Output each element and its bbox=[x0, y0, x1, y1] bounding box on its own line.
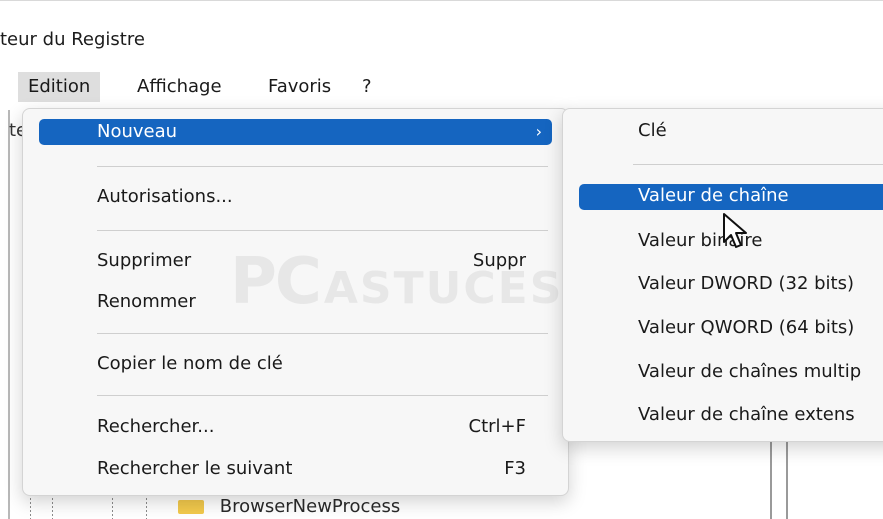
menu-item-label: Autorisations... bbox=[97, 186, 233, 207]
menu-item-label: Nouveau bbox=[97, 121, 178, 142]
menu-item-shortcut: Suppr bbox=[472, 250, 526, 271]
nouveau-submenu: Clé Valeur de chaîne Valeur binaire Vale… bbox=[562, 108, 883, 442]
menu-item-renommer[interactable]: Renommer bbox=[23, 285, 568, 319]
menu-item-rechercher-suivant[interactable]: Rechercher le suivant F3 bbox=[23, 452, 568, 486]
menu-item-label: Renommer bbox=[97, 291, 196, 312]
submenu-item-label: Valeur QWORD (64 bits) bbox=[638, 317, 855, 338]
chevron-right-icon: › bbox=[535, 122, 542, 141]
mouse-cursor-icon bbox=[723, 213, 747, 248]
menu-item-label: Copier le nom de clé bbox=[97, 353, 283, 374]
folder-icon bbox=[178, 500, 204, 514]
menu-favoris[interactable]: Favoris bbox=[258, 72, 341, 102]
submenu-item-valeur-chaines-multiples[interactable]: Valeur de chaînes multip bbox=[563, 355, 883, 389]
menu-item-label: Rechercher le suivant bbox=[97, 458, 293, 479]
window-title: teur du Registre bbox=[0, 29, 145, 50]
menu-item-rechercher[interactable]: Rechercher... Ctrl+F bbox=[23, 410, 568, 444]
submenu-item-valeur-dword[interactable]: Valeur DWORD (32 bits) bbox=[563, 267, 883, 301]
registry-editor-window: teur du Registre Edition Affichage Favor… bbox=[0, 0, 883, 519]
menu-separator bbox=[97, 166, 548, 167]
menu-help[interactable]: ? bbox=[352, 72, 382, 102]
submenu-item-cle[interactable]: Clé bbox=[563, 114, 883, 148]
submenu-item-label: Valeur DWORD (32 bits) bbox=[638, 273, 854, 294]
submenu-item-label: Valeur de chaîne extens bbox=[638, 404, 855, 425]
menu-item-label: Supprimer bbox=[97, 250, 192, 271]
menu-item-autorisations[interactable]: Autorisations... bbox=[23, 180, 568, 214]
submenu-item-label: Valeur de chaîne bbox=[638, 185, 789, 206]
menu-edition[interactable]: Edition bbox=[18, 72, 101, 102]
submenu-item-label: Valeur de chaînes multip bbox=[638, 361, 862, 382]
tree-item-folder[interactable]: BrowserNewProcess bbox=[178, 496, 400, 519]
edition-menu: Nouveau › Autorisations... Supprimer Sup… bbox=[22, 108, 569, 496]
submenu-item-valeur-chaine[interactable]: Valeur de chaîne bbox=[563, 179, 883, 213]
menu-item-nouveau[interactable]: Nouveau › bbox=[23, 115, 568, 149]
title-bar: teur du Registre bbox=[0, 0, 883, 67]
menu-item-shortcut: Ctrl+F bbox=[468, 416, 526, 437]
menu-separator bbox=[97, 230, 548, 231]
menu-item-label: Rechercher... bbox=[97, 416, 215, 437]
menu-separator bbox=[633, 164, 883, 165]
submenu-item-valeur-qword[interactable]: Valeur QWORD (64 bits) bbox=[563, 311, 883, 345]
menu-item-copier-nom-cle[interactable]: Copier le nom de clé bbox=[23, 347, 568, 381]
submenu-item-label: Clé bbox=[638, 120, 667, 141]
tree-item-label: BrowserNewProcess bbox=[219, 496, 401, 517]
menu-separator bbox=[97, 333, 548, 334]
menu-item-supprimer[interactable]: Supprimer Suppr bbox=[23, 244, 568, 278]
menu-bar: Edition Affichage Favoris ? bbox=[0, 66, 883, 106]
menu-item-shortcut: F3 bbox=[504, 458, 526, 479]
tree-pane-border bbox=[8, 110, 10, 519]
submenu-item-valeur-chaine-extensible[interactable]: Valeur de chaîne extens bbox=[563, 398, 883, 432]
menu-separator bbox=[97, 395, 548, 396]
menu-affichage[interactable]: Affichage bbox=[127, 72, 232, 102]
